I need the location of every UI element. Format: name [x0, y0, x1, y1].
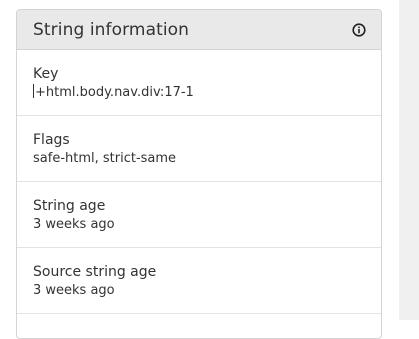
source-string-age-value: 3 weeks ago — [33, 283, 115, 298]
scrollbar-track[interactable] — [399, 0, 419, 320]
key-value: +html.body.nav.div:17-1 — [33, 84, 365, 101]
text-caret — [33, 84, 34, 98]
key-value-text: +html.body.nav.div:17-1 — [35, 85, 194, 100]
flags-label: Flags — [33, 132, 70, 148]
panel-title: String information — [33, 19, 190, 40]
source-string-age-label: Source string age — [33, 264, 157, 280]
key-row: Key +html.body.nav.div:17-1 — [17, 50, 381, 116]
flags-value: safe-html, strict-same — [33, 151, 177, 166]
string-information-panel: String information Key +html.body.nav.di… — [16, 9, 382, 339]
info-circle-icon[interactable] — [351, 22, 367, 38]
source-string-age-row: Source string age 3 weeks ago — [17, 248, 381, 314]
string-age-value: 3 weeks ago — [33, 217, 115, 232]
key-label: Key — [33, 66, 59, 82]
string-age-row: String age 3 weeks ago — [17, 182, 381, 248]
panel-header: String information — [17, 10, 381, 50]
string-age-label: String age — [33, 198, 106, 214]
flags-row: Flags safe-html, strict-same — [17, 116, 381, 182]
